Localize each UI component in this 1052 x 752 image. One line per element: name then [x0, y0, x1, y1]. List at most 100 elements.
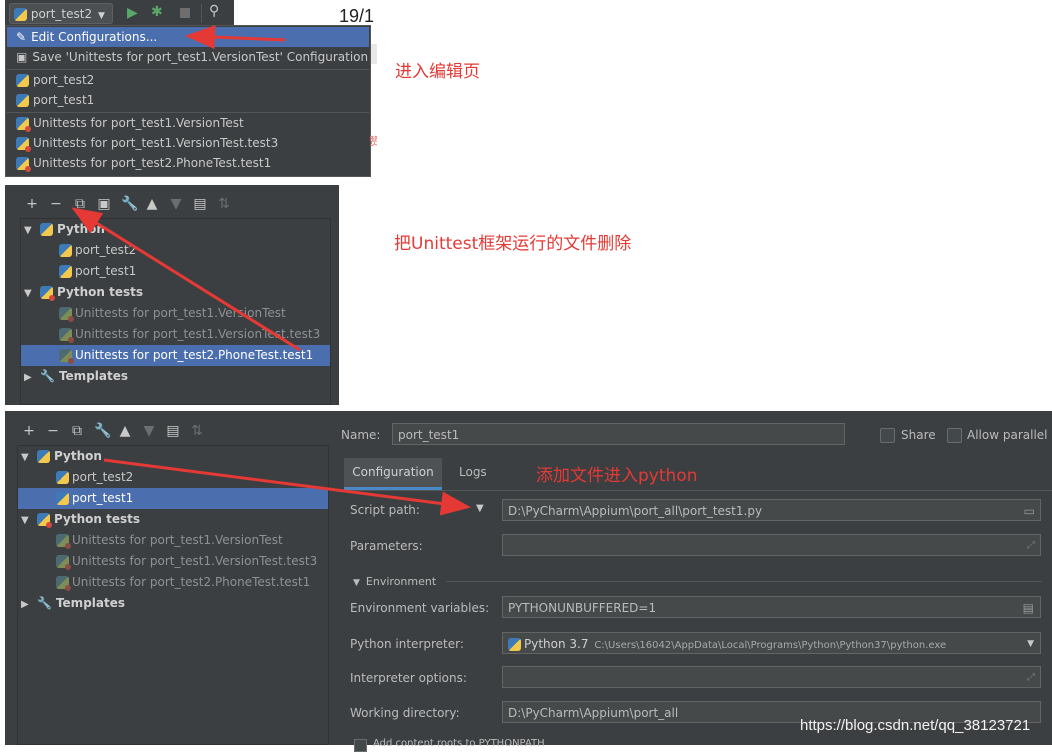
copy-icon[interactable]: ⧉	[70, 423, 84, 439]
move-down-icon[interactable]: ▼	[142, 423, 156, 439]
expand-icon: ▼	[21, 452, 29, 463]
folder-add-icon[interactable]: ▤	[193, 196, 207, 212]
folder-add-icon[interactable]: ▤	[166, 423, 180, 439]
stop-icon[interactable]	[180, 8, 190, 18]
search-icon[interactable]: ⚲	[209, 3, 219, 19]
tree-item-port-test1-selected[interactable]: port_test1	[18, 488, 328, 509]
menu-item-unittest[interactable]: Unittests for port_test1.VersionTest	[7, 113, 369, 133]
tab-configuration[interactable]: Configuration	[344, 458, 442, 490]
tree-item-unittest[interactable]: Unittests for port_test2.PhoneTest.test1	[18, 572, 310, 593]
share-checkbox[interactable]	[880, 428, 895, 443]
share-label: Share	[901, 428, 936, 442]
python-test-icon	[56, 555, 71, 570]
run-icon[interactable]: ▶	[127, 5, 138, 21]
document-icon[interactable]: ▤	[1023, 597, 1034, 619]
behind-text-fragment: 赞	[369, 135, 377, 148]
expand-icon: ▼	[24, 225, 32, 236]
python-test-icon	[16, 137, 31, 152]
run-config-selector[interactable]: port_test2 ▼	[9, 3, 113, 24]
date-fragment: 19/1	[339, 6, 375, 26]
python-icon	[59, 244, 72, 257]
script-type-dropdown-icon[interactable]: ▼	[476, 503, 484, 514]
expand-field-icon[interactable]: ⤢	[1027, 667, 1035, 689]
python-icon	[508, 638, 521, 651]
name-label: Name:	[341, 428, 381, 442]
tree-group-python-tests[interactable]: ▼ Python tests	[18, 509, 140, 530]
python-test-icon	[56, 576, 71, 591]
interpreter-label: Python interpreter:	[350, 637, 464, 651]
watermark: https://blog.csdn.net/qq_38123721	[800, 717, 1031, 734]
tree-toolbar: + − ⧉ ▣ 🔧 ▲ ▼ ▤ ⇅	[25, 196, 241, 214]
interp-options-field[interactable]: ⤢	[502, 666, 1041, 688]
wrench-icon: 🔧	[40, 369, 55, 383]
env-vars-field[interactable]: PYTHONUNBUFFERED=1 ▤	[502, 596, 1041, 618]
annotation-edit-page: 进入编辑页	[395, 62, 480, 82]
tree-item-unittest[interactable]: Unittests for port_test1.VersionTest.tes…	[18, 551, 317, 572]
add-icon[interactable]: +	[25, 196, 39, 212]
python-test-icon	[37, 513, 52, 528]
copy-icon[interactable]: ⧉	[73, 196, 87, 212]
expand-icon: ▼	[24, 288, 32, 299]
name-field[interactable]: port_test1	[392, 423, 845, 445]
move-down-icon[interactable]: ▼	[169, 196, 183, 212]
interpreter-select[interactable]: Python 3.7 C:\Users\16042\AppData\Local\…	[502, 632, 1041, 654]
save-icon[interactable]: ▣	[97, 196, 111, 212]
environment-section[interactable]: ▼ Environment	[353, 574, 436, 588]
python-icon	[16, 74, 29, 87]
chevron-down-icon: ▼	[97, 11, 105, 21]
tab-logs[interactable]: Logs	[459, 465, 487, 479]
sort-icon[interactable]: ⇅	[217, 196, 231, 212]
sort-icon[interactable]: ⇅	[190, 423, 204, 439]
folder-icon[interactable]: ▭	[1024, 500, 1035, 522]
python-test-icon	[59, 349, 74, 364]
add-content-roots-label: Add content roots to PYTHONPATH	[373, 738, 545, 749]
wrench-icon[interactable]: 🔧	[121, 196, 138, 212]
remove-icon[interactable]: −	[49, 196, 63, 212]
add-icon[interactable]: +	[22, 423, 36, 439]
python-test-icon	[59, 328, 74, 343]
python-icon	[56, 492, 69, 505]
menu-item-unittest[interactable]: Unittests for port_test2.PhoneTest.test1	[7, 153, 369, 173]
wrench-icon[interactable]: 🔧	[94, 423, 111, 439]
move-up-icon[interactable]: ▲	[145, 196, 159, 212]
python-test-icon	[56, 534, 71, 549]
remove-icon[interactable]: −	[46, 423, 60, 439]
menu-item-unittest[interactable]: Unittests for port_test1.VersionTest.tes…	[7, 133, 369, 153]
tree-group-templates[interactable]: ▶ 🔧 Templates	[18, 593, 125, 614]
expand-icon: ▼	[21, 515, 29, 526]
menu-item-port-test1[interactable]: port_test1	[7, 90, 369, 110]
parameters-field[interactable]: ⤢	[502, 534, 1041, 556]
tree-item-port-test2[interactable]: port_test2	[21, 240, 136, 261]
annotation-delete-unittest: 把Unittest框架运行的文件删除	[394, 234, 632, 254]
script-path-label: Script path:	[350, 503, 420, 517]
tree-item-unittest-selected[interactable]: Unittests for port_test2.PhoneTest.test1	[21, 345, 330, 366]
parameters-label: Parameters:	[350, 539, 423, 553]
menu-item-port-test2[interactable]: port_test2	[7, 70, 369, 90]
menu-item-edit-configurations[interactable]: ✎ Edit Configurations...	[7, 27, 369, 47]
move-up-icon[interactable]: ▲	[118, 423, 132, 439]
expand-field-icon[interactable]: ⤢	[1027, 535, 1035, 557]
interp-options-label: Interpreter options:	[350, 671, 467, 685]
tree-group-python[interactable]: ▼ Python	[18, 446, 102, 467]
allow-parallel-label: Allow parallel r	[967, 428, 1052, 442]
python-icon	[56, 471, 69, 484]
tree-item-port-test2[interactable]: port_test2	[18, 467, 133, 488]
tabs-underline	[344, 490, 1052, 491]
allow-parallel-checkbox[interactable]	[947, 428, 962, 443]
annotation-add-python: 添加文件进入python	[536, 466, 698, 486]
menu-item-save-configuration[interactable]: ▣ Save 'Unittests for port_test1.VersionT…	[7, 47, 369, 67]
tree-toolbar: + − ⧉ 🔧 ▲ ▼ ▤ ⇅	[22, 423, 214, 441]
wrench-icon: 🔧	[37, 596, 52, 610]
python-test-icon	[59, 307, 74, 322]
tree-item-unittest[interactable]: Unittests for port_test1.VersionTest	[21, 303, 286, 324]
tree-group-python[interactable]: ▼ Python	[21, 219, 105, 240]
tree-item-unittest[interactable]: Unittests for port_test1.VersionTest	[18, 530, 283, 551]
tree-item-unittest[interactable]: Unittests for port_test1.VersionTest.tes…	[21, 324, 320, 345]
tree-item-port-test1[interactable]: port_test1	[21, 261, 136, 282]
chevron-down-icon: ▼	[1027, 639, 1034, 649]
debug-icon[interactable]: ✱	[151, 4, 163, 20]
tree-group-templates[interactable]: ▶ 🔧 Templates	[21, 366, 128, 387]
tree-group-python-tests[interactable]: ▼ Python tests	[21, 282, 143, 303]
add-content-roots-checkbox[interactable]	[354, 739, 367, 752]
script-path-field[interactable]: D:\PyCharm\Appium\port_all\port_test1.py…	[502, 499, 1041, 521]
